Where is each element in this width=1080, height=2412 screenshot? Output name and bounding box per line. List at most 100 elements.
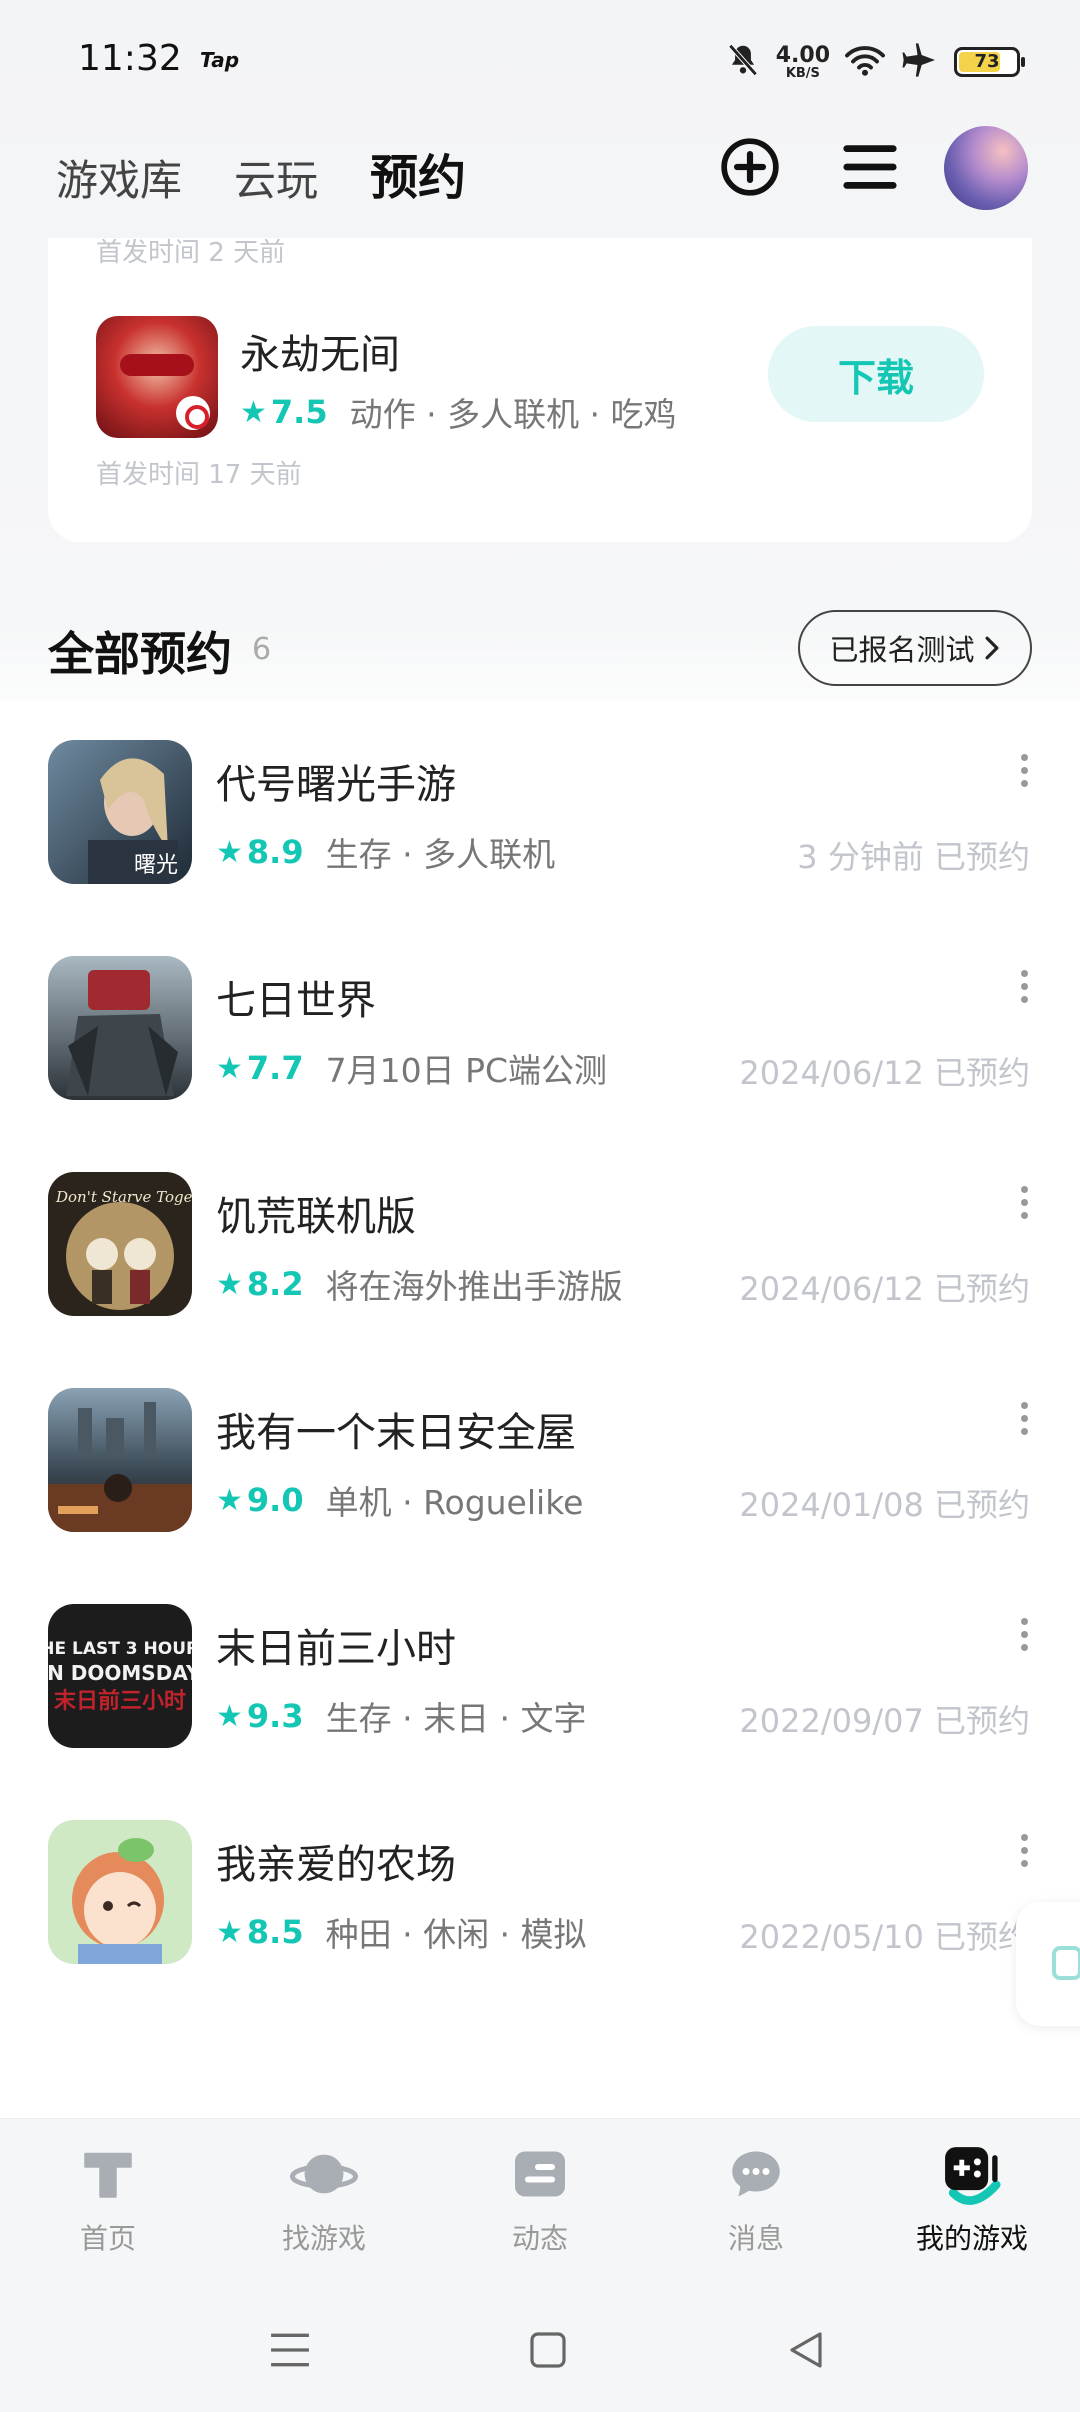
nav-label: 消息	[727, 2222, 784, 2255]
game-title: 我亲爱的农场	[216, 1842, 456, 1888]
featured-top-faded-text: 首发时间 2 天前	[96, 238, 286, 268]
chat-bubble-icon	[721, 2141, 791, 2207]
game-icon-text: Don't Starve Together	[55, 1188, 192, 1206]
add-circle-icon	[721, 138, 779, 196]
planet-icon	[289, 2141, 359, 2207]
gamepad-icon	[937, 2141, 1007, 2207]
featured-title: 永劫无间	[240, 332, 400, 378]
tab-cloud-play[interactable]: 云玩	[234, 147, 318, 208]
game-rating-row: ★ 8.5 种田 · 休闲 · 模拟	[216, 1908, 587, 1956]
game-tags: 单机 · Roguelike	[325, 1483, 584, 1522]
signed-tests-button[interactable]: 已报名测试	[798, 610, 1032, 686]
game-icon	[48, 956, 192, 1100]
battery-level: 73	[974, 51, 1000, 72]
feed-card-icon	[505, 2141, 575, 2207]
game-rating: 9.0	[246, 1481, 304, 1519]
add-button[interactable]	[718, 135, 782, 199]
tab-game-library[interactable]: 游戏库	[56, 147, 182, 208]
wifi-icon	[844, 43, 886, 81]
list-item[interactable]: Don't Starve Together 饥荒联机版 ★ 8.2 将在海外推出…	[0, 1132, 1080, 1348]
tab-reservations[interactable]: 预约	[366, 138, 471, 214]
star-icon: ★	[240, 394, 267, 430]
game-rating: 9.3	[246, 1697, 304, 1735]
menu-button[interactable]	[838, 135, 902, 199]
back-triangle-icon[interactable]	[776, 2320, 836, 2380]
header-tabs: 游戏库 云玩 预约	[56, 138, 471, 214]
game-icon-text: THE LAST 3 HOURS	[48, 1639, 192, 1659]
featured-release-text: 首发时间 17 天前	[96, 460, 302, 490]
reservation-meta: 2024/06/12 已预约	[739, 1270, 1030, 1308]
game-icon	[48, 1388, 192, 1532]
net-speed-value: 4.00	[775, 42, 830, 68]
featured-rating-row: ★ 7.5 动作 · 多人联机 · 吃鸡	[240, 388, 677, 436]
reservation-list: 曙光 代号曙光手游 ★ 8.9 生存 · 多人联机 3 分钟前 已预约 七日世界…	[0, 700, 1080, 2120]
list-item[interactable]: THE LAST 3 HOURS IN DOOMSDAY 末日前三小时 末日前三…	[0, 1564, 1080, 1780]
game-icon: Don't Starve Together	[48, 1172, 192, 1316]
game-tags: 将在海外推出手游版	[325, 1267, 623, 1306]
more-options-icon[interactable]	[1014, 754, 1034, 802]
star-icon: ★	[216, 1266, 243, 1302]
nav-item-feed[interactable]: 动态	[440, 2141, 640, 2281]
featured-rating: 7.5	[270, 393, 328, 431]
game-rating-row: ★ 7.7 7月10日 PC端公测	[216, 1044, 607, 1092]
mask-graphic	[120, 354, 194, 376]
list-item[interactable]: 七日世界 ★ 7.7 7月10日 PC端公测 2024/06/12 已预约	[0, 916, 1080, 1132]
nav-item-my-games[interactable]: 我的游戏	[872, 2141, 1072, 2281]
game-rating: 8.5	[246, 1913, 304, 1951]
status-app-label: Tap	[200, 48, 240, 72]
recents-icon[interactable]	[260, 2320, 320, 2380]
game-rating-row: ★ 9.0 单机 · Roguelike	[216, 1476, 583, 1524]
list-item[interactable]: 我有一个末日安全屋 ★ 9.0 单机 · Roguelike 2024/01/0…	[0, 1348, 1080, 1564]
download-button[interactable]: 下载	[768, 326, 984, 422]
status-time: 11:32	[78, 38, 182, 79]
star-icon: ★	[216, 1050, 243, 1086]
menu-icon	[843, 145, 897, 189]
game-title: 七日世界	[216, 978, 376, 1024]
reservation-meta: 2024/06/12 已预约	[739, 1054, 1030, 1092]
game-title: 末日前三小时	[216, 1626, 456, 1672]
game-icon-text: 曙光	[134, 853, 178, 878]
more-options-icon[interactable]	[1014, 1402, 1034, 1450]
more-options-icon[interactable]	[1014, 1618, 1034, 1666]
list-item[interactable]: 我亲爱的农场 ★ 8.5 种田 · 休闲 · 模拟 2022/05/10 已预约	[0, 1780, 1080, 1996]
game-title: 饥荒联机版	[216, 1194, 416, 1240]
chevron-right-icon	[985, 636, 998, 660]
download-box-icon	[1052, 1946, 1080, 1980]
list-item[interactable]: 曙光 代号曙光手游 ★ 8.9 生存 · 多人联机 3 分钟前 已预约	[0, 700, 1080, 916]
signed-tests-label: 已报名测试	[829, 633, 975, 667]
nav-item-home[interactable]: 首页	[8, 2141, 208, 2281]
avatar[interactable]	[944, 126, 1028, 210]
game-rating: 7.7	[246, 1049, 304, 1087]
reservation-meta: 2022/05/10 已预约	[739, 1918, 1030, 1956]
more-options-icon[interactable]	[1014, 1834, 1034, 1882]
game-icon: 曙光	[48, 740, 192, 884]
game-icon	[48, 1820, 192, 1964]
floating-download-button[interactable]	[1016, 1902, 1080, 2026]
publisher-badge-icon	[176, 396, 210, 430]
system-nav	[0, 2298, 1080, 2412]
reservation-meta: 2022/09/07 已预约	[739, 1702, 1030, 1740]
nav-item-discover[interactable]: 找游戏	[224, 2141, 424, 2281]
home-square-icon[interactable]	[518, 2320, 578, 2380]
game-title: 我有一个末日安全屋	[216, 1410, 576, 1456]
nav-item-messages[interactable]: 消息	[656, 2141, 856, 2281]
star-icon: ★	[216, 834, 243, 870]
game-tags: 种田 · 休闲 · 模拟	[325, 1915, 587, 1954]
star-icon: ★	[216, 1482, 243, 1518]
reservation-meta: 3 分钟前 已预约	[797, 838, 1030, 876]
section-title: 全部预约	[48, 627, 232, 681]
nav-label: 动态	[511, 2222, 568, 2255]
game-icon-text: IN DOOMSDAY	[48, 1661, 192, 1685]
game-icon: THE LAST 3 HOURS IN DOOMSDAY 末日前三小时	[48, 1604, 192, 1748]
nav-label: 首页	[79, 2222, 136, 2255]
game-title: 代号曙光手游	[216, 762, 456, 808]
status-bar: 11:32 Tap 4.00 KB/S 73	[0, 0, 1080, 120]
game-rating-row: ★ 8.9 生存 · 多人联机	[216, 828, 555, 876]
airplane-icon	[900, 40, 940, 84]
more-options-icon[interactable]	[1014, 970, 1034, 1018]
featured-card[interactable]: 首发时间 2 天前 永劫无间 ★ 7.5 动作 · 多人联机 · 吃鸡 下载 首…	[48, 238, 1032, 542]
more-options-icon[interactable]	[1014, 1186, 1034, 1234]
game-icon-text: 末日前三小时	[54, 1688, 186, 1714]
battery-icon: 73	[954, 47, 1025, 77]
star-icon: ★	[216, 1698, 243, 1734]
